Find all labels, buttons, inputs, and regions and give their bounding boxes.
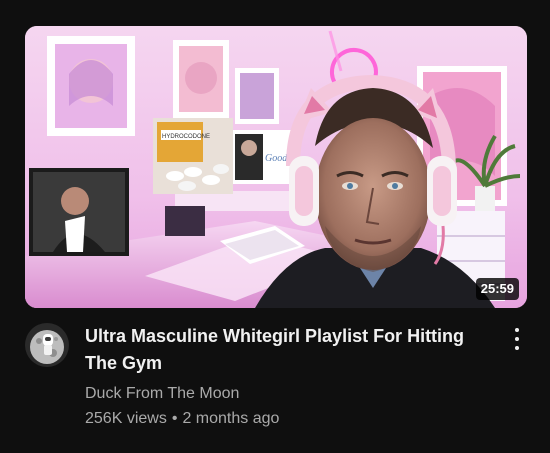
upload-age: 2 months ago	[182, 410, 280, 427]
more-vert-icon[interactable]	[505, 326, 529, 352]
book-title: Good	[265, 153, 288, 164]
video-card: HYDROCODONE Good 25:59 Ultra Masculine W…	[0, 0, 550, 453]
wall-frame-2	[173, 40, 229, 118]
duration-badge: 25:59	[475, 278, 519, 300]
video-thumbnail[interactable]: HYDROCODONE Good 25:59	[25, 26, 527, 308]
video-title[interactable]: Ultra Masculine Whitegirl Playlist For H…	[85, 323, 495, 377]
wall-frame-1	[47, 36, 135, 136]
view-count: 256K views	[85, 410, 167, 427]
astronaut-icon	[25, 323, 69, 367]
menu-dot	[515, 337, 519, 341]
wall-frame-3	[235, 68, 279, 124]
book-panel: Good	[233, 130, 295, 184]
pills-panel: HYDROCODONE	[153, 118, 233, 194]
menu-dot	[515, 328, 519, 332]
left-monitor	[29, 168, 129, 256]
menu-dot	[515, 346, 519, 350]
pill-label: HYDROCODONE	[162, 134, 210, 140]
channel-avatar[interactable]	[25, 323, 69, 367]
meta-separator: •	[171, 410, 178, 427]
channel-name[interactable]: Duck From The Moon	[85, 385, 239, 403]
thumbnail-art: HYDROCODONE Good	[25, 26, 527, 308]
video-metadata: 256K views • 2 months ago	[85, 410, 279, 428]
